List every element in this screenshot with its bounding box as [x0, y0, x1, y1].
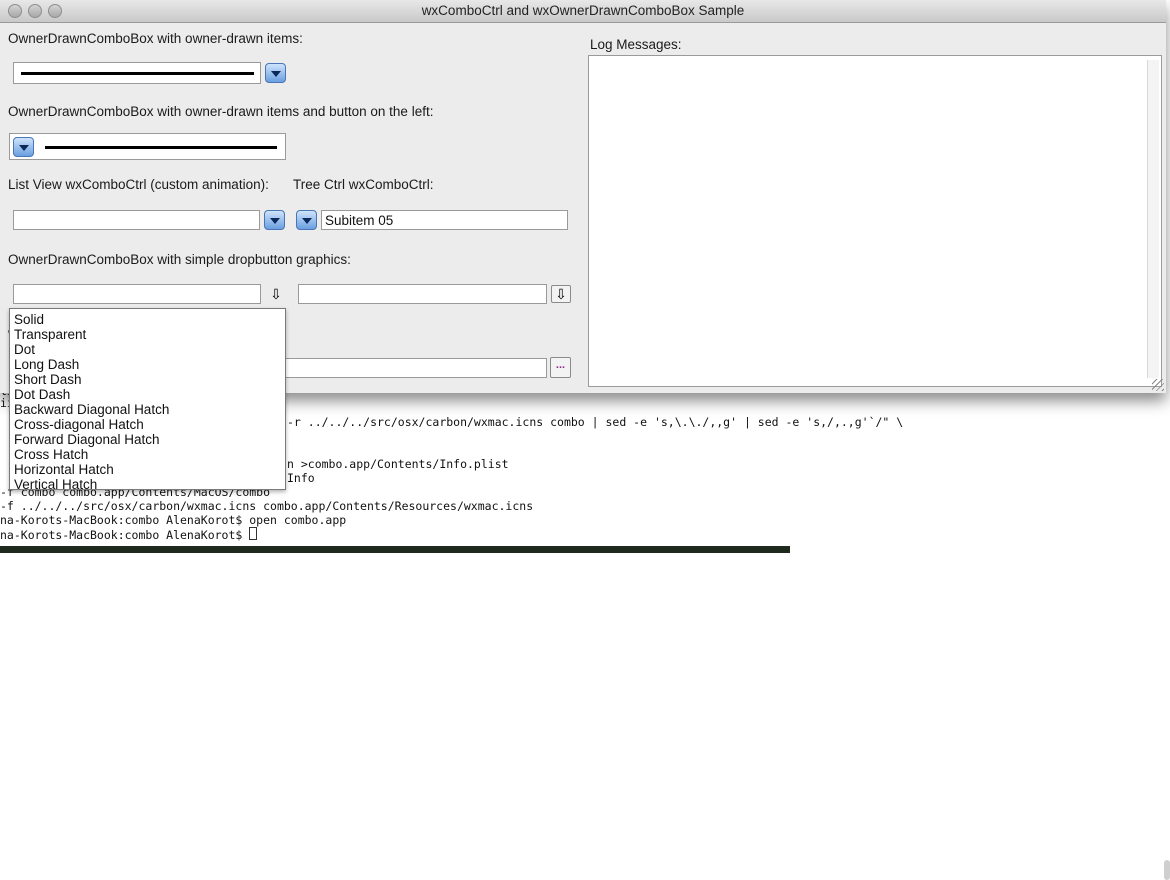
log-messages-label: Log Messages: [590, 37, 682, 52]
owner-drawn-label: OwnerDrawnComboBox with owner-drawn item… [8, 31, 303, 46]
list-item[interactable]: Cross Hatch [14, 447, 88, 462]
owner-drawn-left-label: OwnerDrawnComboBox with owner-drawn item… [8, 104, 434, 119]
simple-graphics-combo-input[interactable] [13, 284, 261, 304]
tree-ctrl-dropdown-button[interactable] [296, 210, 317, 230]
solid-line-sample [21, 72, 254, 75]
down-arrow-icon[interactable]: ⇩ [266, 285, 286, 303]
list-item[interactable]: Backward Diagonal Hatch [14, 402, 169, 417]
title-bar[interactable]: wxComboCtrl and wxOwnerDrawnComboBox Sam… [0, 0, 1166, 23]
terminal-prompt[interactable]: na-Korots-MacBook:combo AlenaKorot$ [0, 527, 258, 542]
owner-drawn-left-dropdown-button[interactable] [13, 137, 34, 157]
terminal-line: n >combo.app/Contents/Info.plist [287, 457, 509, 471]
list-view-combo-input[interactable] [13, 210, 260, 230]
list-item[interactable]: Cross-diagonal Hatch [14, 417, 144, 432]
list-item[interactable]: Long Dash [14, 357, 79, 372]
terminal-bottom-bar [0, 546, 790, 553]
tree-ctrl-label: Tree Ctrl wxComboCtrl: [293, 177, 434, 192]
resize-grip-icon[interactable] [1152, 379, 1164, 391]
tree-ctrl-combo-value: Subitem 05 [325, 213, 394, 228]
terminal-prompt-text: na-Korots-MacBook:combo AlenaKorot$ [0, 528, 250, 542]
terminal-cursor [249, 527, 258, 540]
down-arrow-icon[interactable]: ⇩ [551, 285, 571, 303]
terminal-line: -f ../../../src/osx/carbon/wxmac.icns co… [0, 499, 534, 513]
list-item[interactable]: Transparent [14, 327, 86, 342]
owner-drawn-dropdown-button[interactable] [265, 63, 286, 83]
list-view-dropdown-button[interactable] [264, 210, 285, 230]
tree-ctrl-combo-input[interactable]: Subitem 05 [321, 210, 568, 230]
terminal-line: na-Korots-MacBook:combo AlenaKorot$ open… [0, 513, 347, 527]
log-scrollbar[interactable] [1147, 60, 1159, 378]
simple-graphics-combo2-input[interactable] [298, 284, 547, 304]
list-item[interactable]: Solid [14, 312, 44, 327]
ellipsis-button[interactable]: ... [550, 357, 571, 378]
list-item[interactable]: Horizontal Hatch [14, 462, 114, 477]
list-item[interactable]: Short Dash [14, 372, 82, 387]
list-item[interactable]: Vertical Hatch [14, 477, 97, 492]
solid-line-sample [45, 146, 277, 149]
list-item[interactable]: Dot [14, 342, 35, 357]
list-view-label: List View wxComboCtrl (custom animation)… [8, 177, 269, 192]
terminal-scrollbar[interactable] [1164, 860, 1170, 880]
owner-drawn-combo[interactable] [13, 62, 261, 84]
window-title: wxComboCtrl and wxOwnerDrawnComboBox Sam… [421, 3, 745, 18]
simple-graphics-label: OwnerDrawnComboBox with simple dropbutto… [8, 252, 351, 267]
list-item[interactable]: Forward Diagonal Hatch [14, 432, 160, 447]
terminal-line: Info [287, 471, 315, 485]
list-item[interactable]: Dot Dash [14, 387, 70, 402]
owner-drawn-left-combo[interactable] [9, 133, 286, 160]
log-messages-textarea[interactable] [588, 55, 1162, 387]
terminal-line: -r ../../../src/osx/carbon/wxmac.icns co… [287, 415, 904, 429]
pen-style-popup-list[interactable]: Solid Transparent Dot Long Dash Short Da… [9, 308, 286, 492]
